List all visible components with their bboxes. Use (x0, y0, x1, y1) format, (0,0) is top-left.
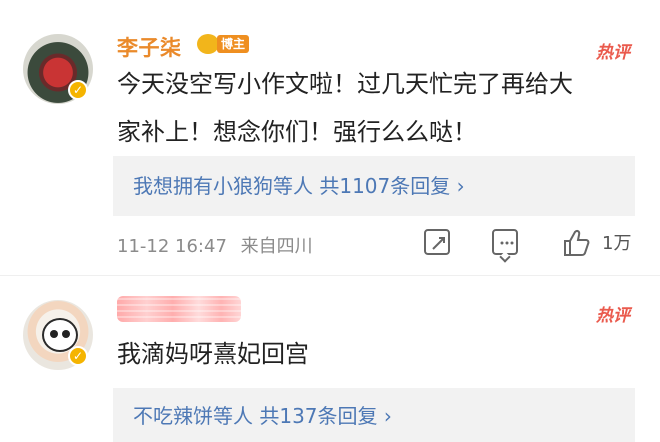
weibo-comment-list: ✓ 李子柒 博主 热评 今天没空写小作文啦！过几天忙完了再给大 家补上！想念你们… (0, 0, 660, 442)
comment-icon[interactable] (492, 229, 518, 255)
blogger-badge: 博主 (197, 32, 253, 56)
comment-content: 今天没空写小作文啦！过几天忙完了再给大 家补上！想念你们！强行么么哒！ (117, 60, 647, 156)
hot-comment-label: 热评 (596, 306, 630, 326)
comment-text-line-1: 今天没空写小作文啦！过几天忙完了再给大 (117, 70, 573, 98)
reply-summary-box[interactable]: 我想拥有小狼狗等人 共1107条回复 › (113, 156, 635, 216)
comment-meta: 11-12 16:47 来自四川 (117, 232, 313, 258)
reply-summary-link[interactable]: 不吃辣饼等人 共137条回复 › (133, 388, 635, 442)
blurred-username (117, 296, 241, 322)
verified-badge-icon: ✓ (68, 80, 88, 100)
share-icon[interactable] (424, 229, 450, 255)
comment-author-name[interactable]: 李子柒 (117, 32, 182, 62)
verified-badge-icon: ✓ (68, 346, 88, 366)
like-count: 1万 (602, 233, 632, 254)
comment-content: 我滴妈呀熹妃回宫 (117, 330, 647, 378)
like-icon[interactable] (562, 228, 590, 258)
blogger-label: 博主 (217, 35, 249, 53)
comment-source: 来自四川 (240, 236, 313, 257)
comment-text-line-2: 家补上！想念你们！强行么么哒！ (117, 118, 477, 146)
crown-icon (197, 34, 219, 54)
comment-text: 我滴妈呀熹妃回宫 (117, 340, 309, 368)
reply-summary-box[interactable]: 不吃辣饼等人 共137条回复 › (113, 388, 635, 442)
comment-timestamp: 11-12 16:47 (117, 236, 227, 257)
reply-summary-link[interactable]: 我想拥有小狼狗等人 共1107条回复 › (133, 156, 635, 216)
comment-divider (0, 275, 660, 276)
